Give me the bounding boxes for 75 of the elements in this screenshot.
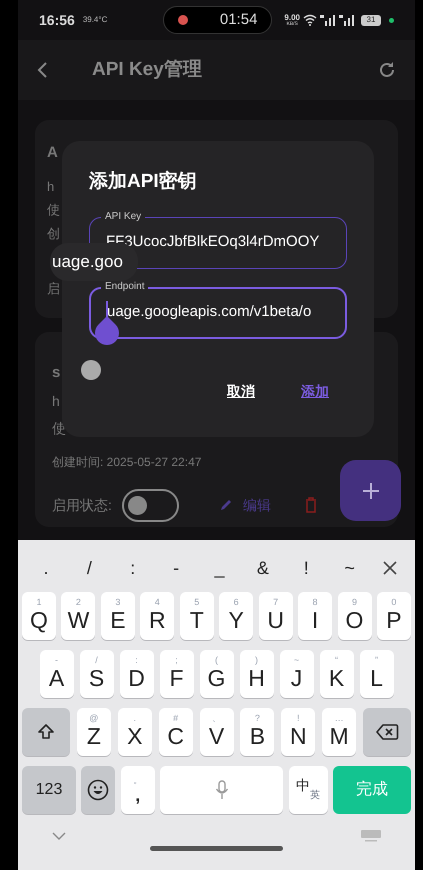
key[interactable]: ? B <box>240 708 274 756</box>
key[interactable]: # C <box>158 708 193 756</box>
smiley-icon <box>87 779 110 801</box>
shift-key[interactable] <box>22 708 70 756</box>
created-time: 创建时间: 2025-05-27 22:47 <box>52 454 202 470</box>
enabled-switch[interactable] <box>122 488 179 522</box>
signal-icon <box>320 14 336 26</box>
page-title: API Key管理 <box>92 58 202 82</box>
card-title: s <box>52 363 60 383</box>
key[interactable]: 2 W <box>61 592 96 640</box>
plus-icon <box>362 482 380 500</box>
symbol-key[interactable]: ~ <box>340 554 360 582</box>
backspace-key[interactable] <box>363 708 411 756</box>
refresh-icon[interactable] <box>377 60 397 80</box>
key[interactable]: ! N <box>281 708 316 756</box>
dialog-title: 添加API密钥 <box>89 170 198 194</box>
status-time: 16:56 <box>39 10 75 30</box>
cancel-button[interactable]: 取消 <box>227 380 255 402</box>
wifi-icon <box>303 14 317 26</box>
card-text: 使 <box>47 201 60 219</box>
language-key[interactable]: 中 英 <box>288 766 328 814</box>
field-value: FF3UcocJbfBlkEOq3l4rDmOOY <box>106 232 320 252</box>
card-text: 使 <box>52 418 66 438</box>
symbol-key[interactable]: / <box>79 554 100 582</box>
key[interactable]: ( G <box>200 650 234 698</box>
key[interactable]: - A <box>40 650 74 698</box>
key[interactable]: 3 E <box>100 592 135 640</box>
hide-keyboard-icon[interactable] <box>52 832 66 840</box>
key[interactable]: 5 T <box>180 592 214 640</box>
field-label: API Key <box>101 212 146 222</box>
key[interactable]: . X <box>118 708 152 756</box>
symbol-key[interactable]: ! <box>296 554 316 582</box>
field-value: uage.googleapis.com/v1beta/o <box>107 302 312 322</box>
close-icon[interactable] <box>383 561 397 575</box>
key[interactable]: … M <box>322 708 356 756</box>
recording-time: 01:54 <box>220 10 258 30</box>
field-label: Endpoint <box>101 282 148 292</box>
symbol-key[interactable]: & <box>252 554 273 582</box>
key[interactable]: 0 P <box>376 592 411 640</box>
toggle-label: 启用状态: <box>52 496 112 514</box>
symbol-key[interactable]: _ <box>210 554 230 582</box>
microphone-icon <box>214 780 229 800</box>
numbers-key[interactable]: 123 <box>22 766 76 814</box>
pencil-icon <box>218 498 233 512</box>
key[interactable]: 1 Q <box>22 592 56 640</box>
key[interactable]: “ K <box>320 650 354 698</box>
key[interactable]: 、 V <box>200 708 234 756</box>
symbol-key[interactable]: - <box>166 554 186 582</box>
symbol-key[interactable]: . <box>36 554 56 582</box>
key[interactable]: ” L <box>360 650 394 698</box>
temperature: 39.4°C <box>82 14 108 26</box>
key[interactable]: : D <box>120 650 154 698</box>
signal-icon <box>339 14 355 26</box>
key[interactable]: 9 O <box>338 592 372 640</box>
card-title: A <box>47 143 58 163</box>
key[interactable]: 7 U <box>258 592 293 640</box>
key[interactable]: / S <box>80 650 114 698</box>
key[interactable]: ) H <box>240 650 274 698</box>
card-text: 启 <box>47 280 60 298</box>
net-speed: 9.00 <box>284 14 300 22</box>
backspace-icon <box>375 723 399 741</box>
key[interactable]: ; F <box>160 650 194 698</box>
emoji-key[interactable] <box>81 766 116 814</box>
key[interactable]: ~ J <box>280 650 314 698</box>
card-text: 创 <box>47 224 60 242</box>
comma-key[interactable]: 。 , <box>120 766 155 814</box>
key[interactable]: @ Z <box>76 708 111 756</box>
card-text: h <box>47 178 54 196</box>
symbol-key[interactable]: : <box>122 554 143 582</box>
battery-indicator: 31 <box>361 14 381 26</box>
key[interactable]: 4 R <box>140 592 174 640</box>
key[interactable]: 8 I <box>298 592 332 640</box>
shift-icon <box>36 722 56 742</box>
card-text: h <box>52 392 60 410</box>
key[interactable]: 6 Y <box>219 592 254 640</box>
